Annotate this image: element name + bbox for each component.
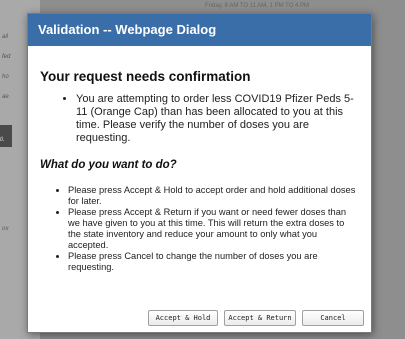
background-text-fragment: ae [2, 94, 9, 100]
cancel-button[interactable]: Cancel [302, 310, 364, 326]
option-cancel-text: Please press Cancel to change the number… [68, 251, 359, 273]
intro-list: You are attempting to order less COVID19… [40, 93, 359, 145]
accept-return-button[interactable]: Accept & Return [224, 310, 296, 326]
dialog-titlebar[interactable]: Validation -- Webpage Dialog [28, 14, 371, 46]
option-accept-hold-text: Please press Accept & Hold to accept ord… [68, 185, 359, 207]
dialog-button-row: Accept & Hold Accept & Return Cancel [28, 310, 371, 326]
background-text-fragment: ail [2, 34, 9, 40]
dialog-content: Your request needs confirmation You are … [28, 69, 371, 273]
background-text-fragment: fed [2, 54, 11, 60]
background-text-fragment: ti. [0, 137, 5, 143]
option-accept-return-text: Please press Accept & Return if you want… [68, 207, 359, 251]
background-text-fragment: ıııı [2, 226, 9, 232]
background-text-fragment: ho [2, 74, 9, 80]
background-tab [0, 125, 12, 147]
dialog-title: Validation -- Webpage Dialog [38, 22, 217, 37]
validation-dialog: Validation -- Webpage Dialog Your reques… [27, 13, 372, 333]
intro-message: You are attempting to order less COVID19… [76, 93, 359, 145]
options-list: Please press Accept & Hold to accept ord… [40, 185, 359, 273]
accept-hold-button[interactable]: Accept & Hold [148, 310, 218, 326]
background-hours-text: Friday, 8 AM TO 11 AM, 1 PM TO 4 PM [205, 3, 310, 9]
question-heading: What do you want to do? [40, 159, 177, 171]
confirmation-heading: Your request needs confirmation [40, 69, 251, 84]
